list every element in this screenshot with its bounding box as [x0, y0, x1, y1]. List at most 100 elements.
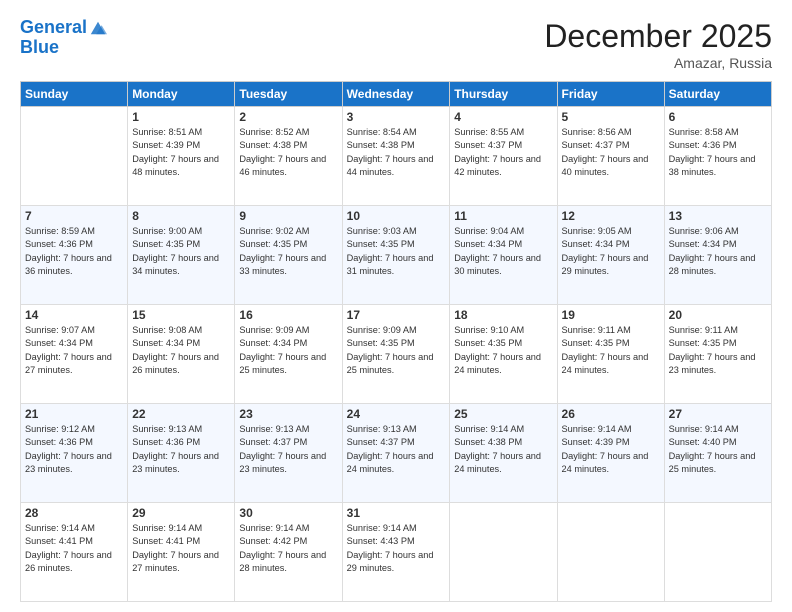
calendar-header-row: Sunday Monday Tuesday Wednesday Thursday…	[21, 82, 772, 107]
table-row: 27 Sunrise: 9:14 AMSunset: 4:40 PMDayligh…	[664, 404, 771, 503]
day-number: 6	[669, 110, 767, 124]
calendar-week-row: 14 Sunrise: 9:07 AMSunset: 4:34 PMDayligh…	[21, 305, 772, 404]
day-info: Sunrise: 9:14 AMSunset: 4:41 PMDaylight:…	[132, 522, 230, 575]
table-row: 19 Sunrise: 9:11 AMSunset: 4:35 PMDayligh…	[557, 305, 664, 404]
table-row: 17 Sunrise: 9:09 AMSunset: 4:35 PMDayligh…	[342, 305, 450, 404]
table-row: 21 Sunrise: 9:12 AMSunset: 4:36 PMDayligh…	[21, 404, 128, 503]
logo-text-line1: General	[20, 18, 87, 38]
day-number: 19	[562, 308, 660, 322]
day-info: Sunrise: 9:13 AMSunset: 4:37 PMDaylight:…	[347, 423, 446, 476]
th-sunday: Sunday	[21, 82, 128, 107]
day-info: Sunrise: 9:07 AMSunset: 4:34 PMDaylight:…	[25, 324, 123, 377]
table-row: 15Sunrise: 9:08 AMSunset: 4:34 PMDayligh…	[128, 305, 235, 404]
day-info: Sunrise: 9:14 AMSunset: 4:38 PMDaylight:…	[454, 423, 552, 476]
day-number: 8	[132, 209, 230, 223]
day-info: Sunrise: 9:11 AMSunset: 4:35 PMDaylight:…	[562, 324, 660, 377]
table-row	[557, 503, 664, 602]
day-number: 2	[239, 110, 337, 124]
table-row: 30 Sunrise: 9:14 AMSunset: 4:42 PMDayligh…	[235, 503, 342, 602]
calendar-week-row: 21 Sunrise: 9:12 AMSunset: 4:36 PMDayligh…	[21, 404, 772, 503]
calendar-week-row: 1 Sunrise: 8:51 AMSunset: 4:39 PMDaylight…	[21, 107, 772, 206]
day-number: 31	[347, 506, 446, 520]
th-wednesday: Wednesday	[342, 82, 450, 107]
day-info: Sunrise: 9:02 AMSunset: 4:35 PMDaylight:…	[239, 225, 337, 278]
logo: General Blue	[20, 18, 107, 58]
day-info: Sunrise: 9:14 AMSunset: 4:40 PMDaylight:…	[669, 423, 767, 476]
day-number: 21	[25, 407, 123, 421]
day-info: Sunrise: 9:14 AMSunset: 4:42 PMDaylight:…	[239, 522, 337, 575]
day-info: Sunrise: 9:00 AMSunset: 4:35 PMDaylight:…	[132, 225, 230, 278]
day-number: 10	[347, 209, 446, 223]
day-info: Sunrise: 8:54 AMSunset: 4:38 PMDaylight:…	[347, 126, 446, 179]
day-info: Sunrise: 9:03 AMSunset: 4:35 PMDaylight:…	[347, 225, 446, 278]
table-row: 8 Sunrise: 9:00 AMSunset: 4:35 PMDaylight…	[128, 206, 235, 305]
th-saturday: Saturday	[664, 82, 771, 107]
day-info: Sunrise: 9:14 AMSunset: 4:39 PMDaylight:…	[562, 423, 660, 476]
day-number: 26	[562, 407, 660, 421]
table-row: 28Sunrise: 9:14 AMSunset: 4:41 PMDayligh…	[21, 503, 128, 602]
day-info: Sunrise: 9:04 AMSunset: 4:34 PMDaylight:…	[454, 225, 552, 278]
table-row: 3Sunrise: 8:54 AMSunset: 4:38 PMDaylight…	[342, 107, 450, 206]
day-number: 25	[454, 407, 552, 421]
day-info: Sunrise: 8:56 AMSunset: 4:37 PMDaylight:…	[562, 126, 660, 179]
table-row: 1 Sunrise: 8:51 AMSunset: 4:39 PMDaylight…	[128, 107, 235, 206]
day-number: 27	[669, 407, 767, 421]
table-row: 9 Sunrise: 9:02 AMSunset: 4:35 PMDaylight…	[235, 206, 342, 305]
table-row: 25 Sunrise: 9:14 AMSunset: 4:38 PMDayligh…	[450, 404, 557, 503]
day-number: 13	[669, 209, 767, 223]
table-row: 6 Sunrise: 8:58 AMSunset: 4:36 PMDaylight…	[664, 107, 771, 206]
month-title: December 2025	[544, 18, 772, 55]
day-number: 14	[25, 308, 123, 322]
table-row: 4Sunrise: 8:55 AMSunset: 4:37 PMDaylight…	[450, 107, 557, 206]
table-row: 24Sunrise: 9:13 AMSunset: 4:37 PMDayligh…	[342, 404, 450, 503]
day-info: Sunrise: 8:52 AMSunset: 4:38 PMDaylight:…	[239, 126, 337, 179]
logo-icon	[89, 19, 107, 37]
day-number: 17	[347, 308, 446, 322]
day-number: 22	[132, 407, 230, 421]
table-row	[664, 503, 771, 602]
day-number: 12	[562, 209, 660, 223]
table-row: 5Sunrise: 8:56 AMSunset: 4:37 PMDaylight…	[557, 107, 664, 206]
table-row: 23Sunrise: 9:13 AMSunset: 4:37 PMDayligh…	[235, 404, 342, 503]
day-number: 30	[239, 506, 337, 520]
day-number: 1	[132, 110, 230, 124]
th-friday: Friday	[557, 82, 664, 107]
day-number: 9	[239, 209, 337, 223]
table-row: 2 Sunrise: 8:52 AMSunset: 4:38 PMDaylight…	[235, 107, 342, 206]
table-row: 31 Sunrise: 9:14 AMSunset: 4:43 PMDayligh…	[342, 503, 450, 602]
table-row: 22Sunrise: 9:13 AMSunset: 4:36 PMDayligh…	[128, 404, 235, 503]
day-number: 29	[132, 506, 230, 520]
day-info: Sunrise: 9:08 AMSunset: 4:34 PMDaylight:…	[132, 324, 230, 377]
table-row: 12 Sunrise: 9:05 AMSunset: 4:34 PMDayligh…	[557, 206, 664, 305]
day-info: Sunrise: 9:05 AMSunset: 4:34 PMDaylight:…	[562, 225, 660, 278]
table-row: 16Sunrise: 9:09 AMSunset: 4:34 PMDayligh…	[235, 305, 342, 404]
th-monday: Monday	[128, 82, 235, 107]
day-info: Sunrise: 8:58 AMSunset: 4:36 PMDaylight:…	[669, 126, 767, 179]
logo-text-line2: Blue	[20, 38, 107, 58]
calendar-week-row: 28Sunrise: 9:14 AMSunset: 4:41 PMDayligh…	[21, 503, 772, 602]
day-info: Sunrise: 9:13 AMSunset: 4:37 PMDaylight:…	[239, 423, 337, 476]
day-number: 20	[669, 308, 767, 322]
day-info: Sunrise: 9:06 AMSunset: 4:34 PMDaylight:…	[669, 225, 767, 278]
day-info: Sunrise: 8:51 AMSunset: 4:39 PMDaylight:…	[132, 126, 230, 179]
day-number: 11	[454, 209, 552, 223]
table-row: 10 Sunrise: 9:03 AMSunset: 4:35 PMDayligh…	[342, 206, 450, 305]
table-row: 11 Sunrise: 9:04 AMSunset: 4:34 PMDayligh…	[450, 206, 557, 305]
day-info: Sunrise: 9:12 AMSunset: 4:36 PMDaylight:…	[25, 423, 123, 476]
table-row: 20 Sunrise: 9:11 AMSunset: 4:35 PMDayligh…	[664, 305, 771, 404]
table-row: 29 Sunrise: 9:14 AMSunset: 4:41 PMDayligh…	[128, 503, 235, 602]
page: General Blue December 2025 Amazar, Russi…	[0, 0, 792, 612]
day-info: Sunrise: 9:11 AMSunset: 4:35 PMDaylight:…	[669, 324, 767, 377]
th-tuesday: Tuesday	[235, 82, 342, 107]
day-info: Sunrise: 9:14 AMSunset: 4:43 PMDaylight:…	[347, 522, 446, 575]
table-row: 7Sunrise: 8:59 AMSunset: 4:36 PMDaylight…	[21, 206, 128, 305]
day-info: Sunrise: 9:09 AMSunset: 4:34 PMDaylight:…	[239, 324, 337, 377]
table-row: 26 Sunrise: 9:14 AMSunset: 4:39 PMDayligh…	[557, 404, 664, 503]
table-row: 13 Sunrise: 9:06 AMSunset: 4:34 PMDayligh…	[664, 206, 771, 305]
day-info: Sunrise: 9:09 AMSunset: 4:35 PMDaylight:…	[347, 324, 446, 377]
table-row: 14 Sunrise: 9:07 AMSunset: 4:34 PMDayligh…	[21, 305, 128, 404]
day-info: Sunrise: 9:10 AMSunset: 4:35 PMDaylight:…	[454, 324, 552, 377]
header: General Blue December 2025 Amazar, Russi…	[20, 18, 772, 71]
calendar-week-row: 7Sunrise: 8:59 AMSunset: 4:36 PMDaylight…	[21, 206, 772, 305]
th-thursday: Thursday	[450, 82, 557, 107]
